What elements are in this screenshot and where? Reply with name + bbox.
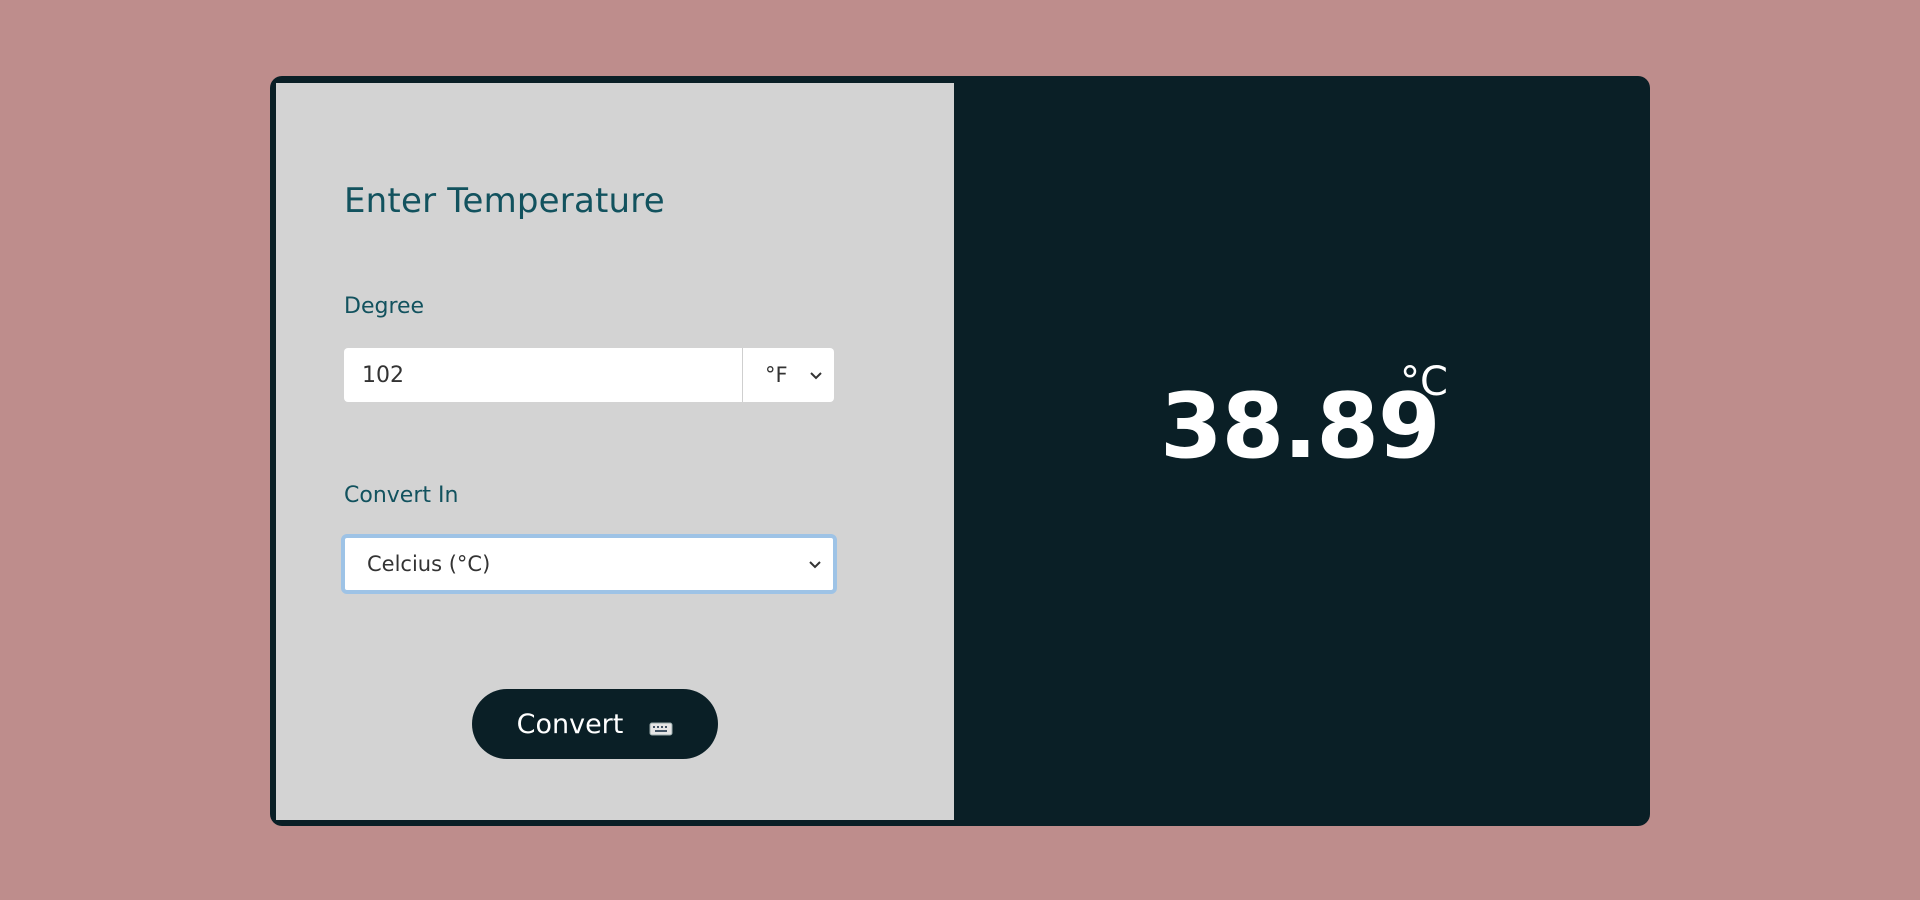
convert-button[interactable]: Convert bbox=[472, 689, 718, 759]
degree-label: Degree bbox=[344, 294, 425, 319]
chevron-down-icon bbox=[810, 372, 822, 380]
convert-in-value: Celcius (°C) bbox=[367, 552, 491, 576]
result-unit: °C bbox=[1400, 359, 1448, 405]
degree-unit-select[interactable]: °F bbox=[742, 348, 834, 402]
result-display: 38.89 °C bbox=[1160, 362, 1500, 512]
chevron-down-icon bbox=[809, 561, 821, 569]
keyboard-icon bbox=[649, 722, 673, 736]
convert-in-label: Convert In bbox=[344, 483, 459, 508]
degree-input[interactable] bbox=[344, 348, 742, 402]
converter-card: Enter Temperature Degree °F Convert In C… bbox=[270, 76, 1650, 826]
result-value: 38.89 bbox=[1160, 374, 1441, 479]
convert-button-label: Convert bbox=[516, 708, 624, 740]
degree-input-group: °F bbox=[344, 348, 834, 402]
form-title: Enter Temperature bbox=[344, 181, 665, 221]
input-panel: Enter Temperature Degree °F Convert In C… bbox=[276, 83, 954, 820]
degree-unit-value: °F bbox=[765, 363, 788, 387]
convert-in-select[interactable]: Celcius (°C) bbox=[341, 534, 837, 594]
